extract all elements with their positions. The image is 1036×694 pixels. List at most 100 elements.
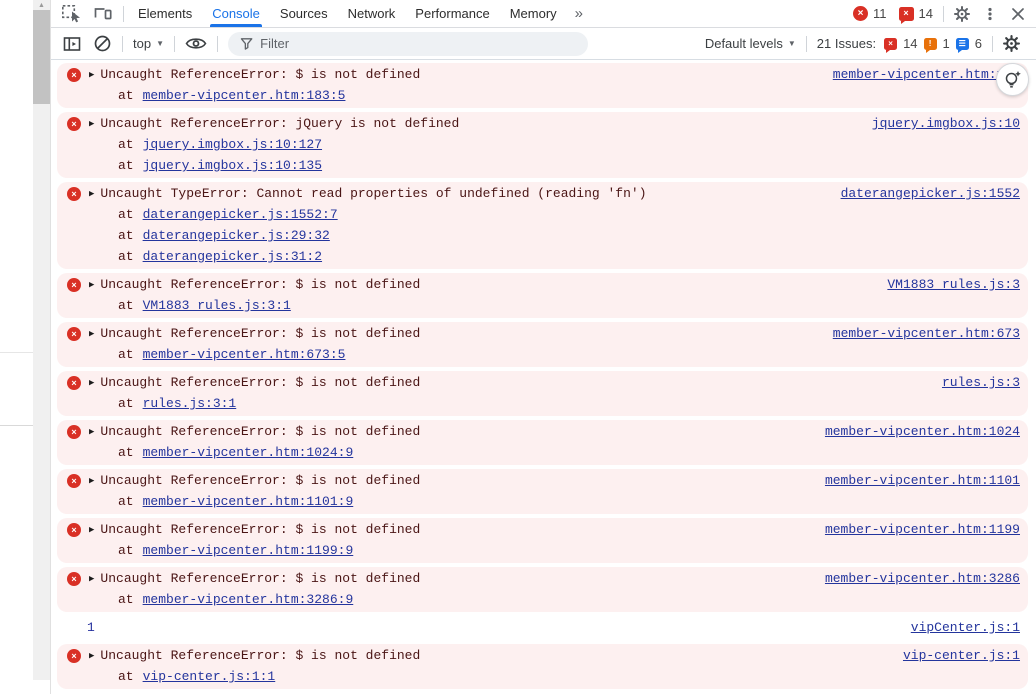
stack-frame-link[interactable]: member-vipcenter.htm:3286:9: [143, 592, 354, 607]
ai-insight-button[interactable]: [996, 63, 1029, 96]
stack-prefix: at: [118, 158, 134, 173]
expand-arrow-icon[interactable]: ▶: [89, 184, 94, 204]
page-divider-line: [0, 425, 33, 426]
stack-frame: at VM1883 rules.js:3:1: [65, 295, 1020, 316]
tab-console[interactable]: Console: [202, 0, 270, 27]
stack-frame-link[interactable]: jquery.imgbox.js:10:135: [143, 158, 322, 173]
console-message-row: × ▶ Uncaught ReferenceError: $ is not defi…: [57, 63, 1028, 108]
console-message-text: Uncaught ReferenceError: $ is not define…: [100, 648, 421, 663]
tab-elements[interactable]: Elements: [128, 0, 202, 27]
stack-frame-link[interactable]: member-vipcenter.htm:673:5: [143, 347, 346, 362]
console-message-line: × ▶ Uncaught ReferenceError: $ is not defi…: [65, 324, 1020, 344]
issues-summary[interactable]: 21 Issues: × 14 ! 1 ☰ 6: [811, 36, 988, 53]
stack-prefix: at: [118, 494, 134, 509]
toolbar-separator: [992, 35, 993, 52]
tab-network[interactable]: Network: [338, 0, 406, 27]
chevron-down-icon: ▼: [156, 39, 164, 48]
inspect-cursor-icon: [61, 4, 80, 22]
message-source-link[interactable]: daterangepicker.js:1552: [841, 184, 1020, 204]
stack-prefix: at: [118, 249, 134, 264]
stack-frame-link[interactable]: daterangepicker.js:1552:7: [143, 207, 338, 222]
expand-arrow-icon[interactable]: ▶: [89, 275, 94, 295]
filter-input[interactable]: [260, 36, 576, 51]
console-message-text: Uncaught ReferenceError: $ is not define…: [100, 375, 421, 390]
live-expression-button[interactable]: [179, 36, 213, 51]
message-source-link[interactable]: rules.js:3: [942, 373, 1020, 393]
message-source-link[interactable]: member-vipcenter.htm:1024: [825, 422, 1020, 442]
console-toolbar: top ▼ Default levels ▼ 21 Issues: × 14: [51, 28, 1036, 60]
console-message-text: Uncaught ReferenceError: $ is not define…: [100, 571, 421, 586]
expand-arrow-icon[interactable]: ▶: [89, 114, 94, 134]
toolbar-separator: [217, 35, 218, 52]
message-source-link[interactable]: VM1883 rules.js:3: [887, 275, 1020, 295]
close-devtools-button[interactable]: [1004, 6, 1032, 22]
log-levels-value: Default levels: [704, 36, 783, 51]
message-source-link[interactable]: member-vipcenter.htm:1199: [825, 520, 1020, 540]
stack-prefix: at: [118, 347, 134, 362]
stack-frame-link[interactable]: member-vipcenter.htm:1199:9: [143, 543, 354, 558]
issue-info-count: 6: [974, 36, 982, 51]
message-source-link[interactable]: member-vipcenter.htm:3286: [825, 569, 1020, 589]
stack-frame-link[interactable]: member-vipcenter.htm:1101:9: [143, 494, 354, 509]
console-message-line: × ▶ Uncaught ReferenceError: $ is not defi…: [65, 65, 1020, 85]
filter-box[interactable]: [228, 31, 588, 56]
console-sidebar-toggle-button[interactable]: [57, 35, 87, 53]
expand-arrow-icon[interactable]: ▶: [89, 520, 94, 540]
expand-arrow-icon[interactable]: ▶: [89, 373, 94, 393]
more-tabs-button[interactable]: »: [567, 0, 591, 27]
expand-arrow-icon[interactable]: ▶: [89, 324, 94, 344]
message-source-link[interactable]: vip-center.js:1: [903, 646, 1020, 666]
expand-arrow-icon[interactable]: ▶: [89, 422, 94, 442]
console-message-line: × ▶ Uncaught ReferenceError: $ is not defi…: [65, 275, 1020, 295]
toolbar-separator: [174, 35, 175, 52]
message-source-link[interactable]: vipCenter.js:1: [911, 618, 1020, 638]
tab-performance[interactable]: Performance: [405, 0, 499, 27]
error-count-badge[interactable]: × 11: [847, 6, 893, 21]
console-message-text: 1: [87, 620, 95, 635]
page-scrollbar[interactable]: ▲: [33, 0, 50, 680]
issue-info-icon: ☰: [955, 37, 969, 53]
issue-warning-count: 1: [942, 36, 950, 51]
more-options-button[interactable]: [976, 6, 1004, 22]
tab-sources[interactable]: Sources: [270, 0, 338, 27]
expand-arrow-icon[interactable]: ▶: [89, 646, 94, 666]
expand-arrow-icon[interactable]: ▶: [89, 569, 94, 589]
error-icon: ×: [67, 649, 81, 663]
clear-console-icon: [94, 35, 111, 52]
clear-console-button[interactable]: [87, 34, 118, 53]
toolbar-separator: [123, 5, 124, 22]
inspect-element-button[interactable]: [55, 0, 87, 27]
stack-prefix: at: [118, 137, 134, 152]
message-source-link[interactable]: member-vipcenter.htm:1101: [825, 471, 1020, 491]
settings-button[interactable]: [948, 5, 976, 22]
device-toolbar-button[interactable]: [87, 0, 119, 27]
console-settings-button[interactable]: [997, 35, 1026, 52]
stack-frame-link[interactable]: jquery.imgbox.js:10:127: [143, 137, 322, 152]
console-message-line: × ▶ Uncaught ReferenceError: $ is not defi…: [65, 422, 1020, 442]
context-selector[interactable]: top ▼: [127, 36, 170, 51]
message-source-link[interactable]: member-vipcenter.htm:673: [833, 324, 1020, 344]
vertical-dots-icon: [988, 7, 992, 20]
stack-frame-link[interactable]: vip-center.js:1:1: [143, 669, 276, 684]
console-message-line: × ▶ Uncaught ReferenceError: jQuery is not…: [65, 114, 1020, 134]
message-source-link[interactable]: member-vipcenter.htm:183: [833, 65, 1020, 85]
eye-icon: [185, 38, 207, 49]
scrollbar-thumb[interactable]: [33, 10, 50, 104]
toolbar-separator: [122, 35, 123, 52]
stack-frame-link[interactable]: VM1883 rules.js:3:1: [143, 298, 291, 313]
expand-arrow-icon[interactable]: ▶: [89, 471, 94, 491]
stack-frame-link[interactable]: member-vipcenter.htm:183:5: [143, 88, 346, 103]
stack-frame-link[interactable]: rules.js:3:1: [143, 396, 237, 411]
stack-prefix: at: [118, 207, 134, 222]
message-source-link[interactable]: jquery.imgbox.js:10: [872, 114, 1020, 134]
expand-arrow-icon[interactable]: ▶: [89, 65, 94, 85]
stack-frame-link[interactable]: member-vipcenter.htm:1024:9: [143, 445, 354, 460]
tab-memory[interactable]: Memory: [500, 0, 567, 27]
log-levels-selector[interactable]: Default levels ▼: [699, 36, 802, 51]
stack-frame-link[interactable]: daterangepicker.js:31:2: [143, 249, 322, 264]
stack-frame-link[interactable]: daterangepicker.js:29:32: [143, 228, 330, 243]
issues-count-badge[interactable]: × 14: [893, 6, 939, 24]
tabbar-right-group: × 11 × 14: [847, 0, 1036, 27]
console-message-text: Uncaught ReferenceError: $ is not define…: [100, 424, 421, 439]
stack-frame: at member-vipcenter.htm:1024:9: [65, 442, 1020, 463]
